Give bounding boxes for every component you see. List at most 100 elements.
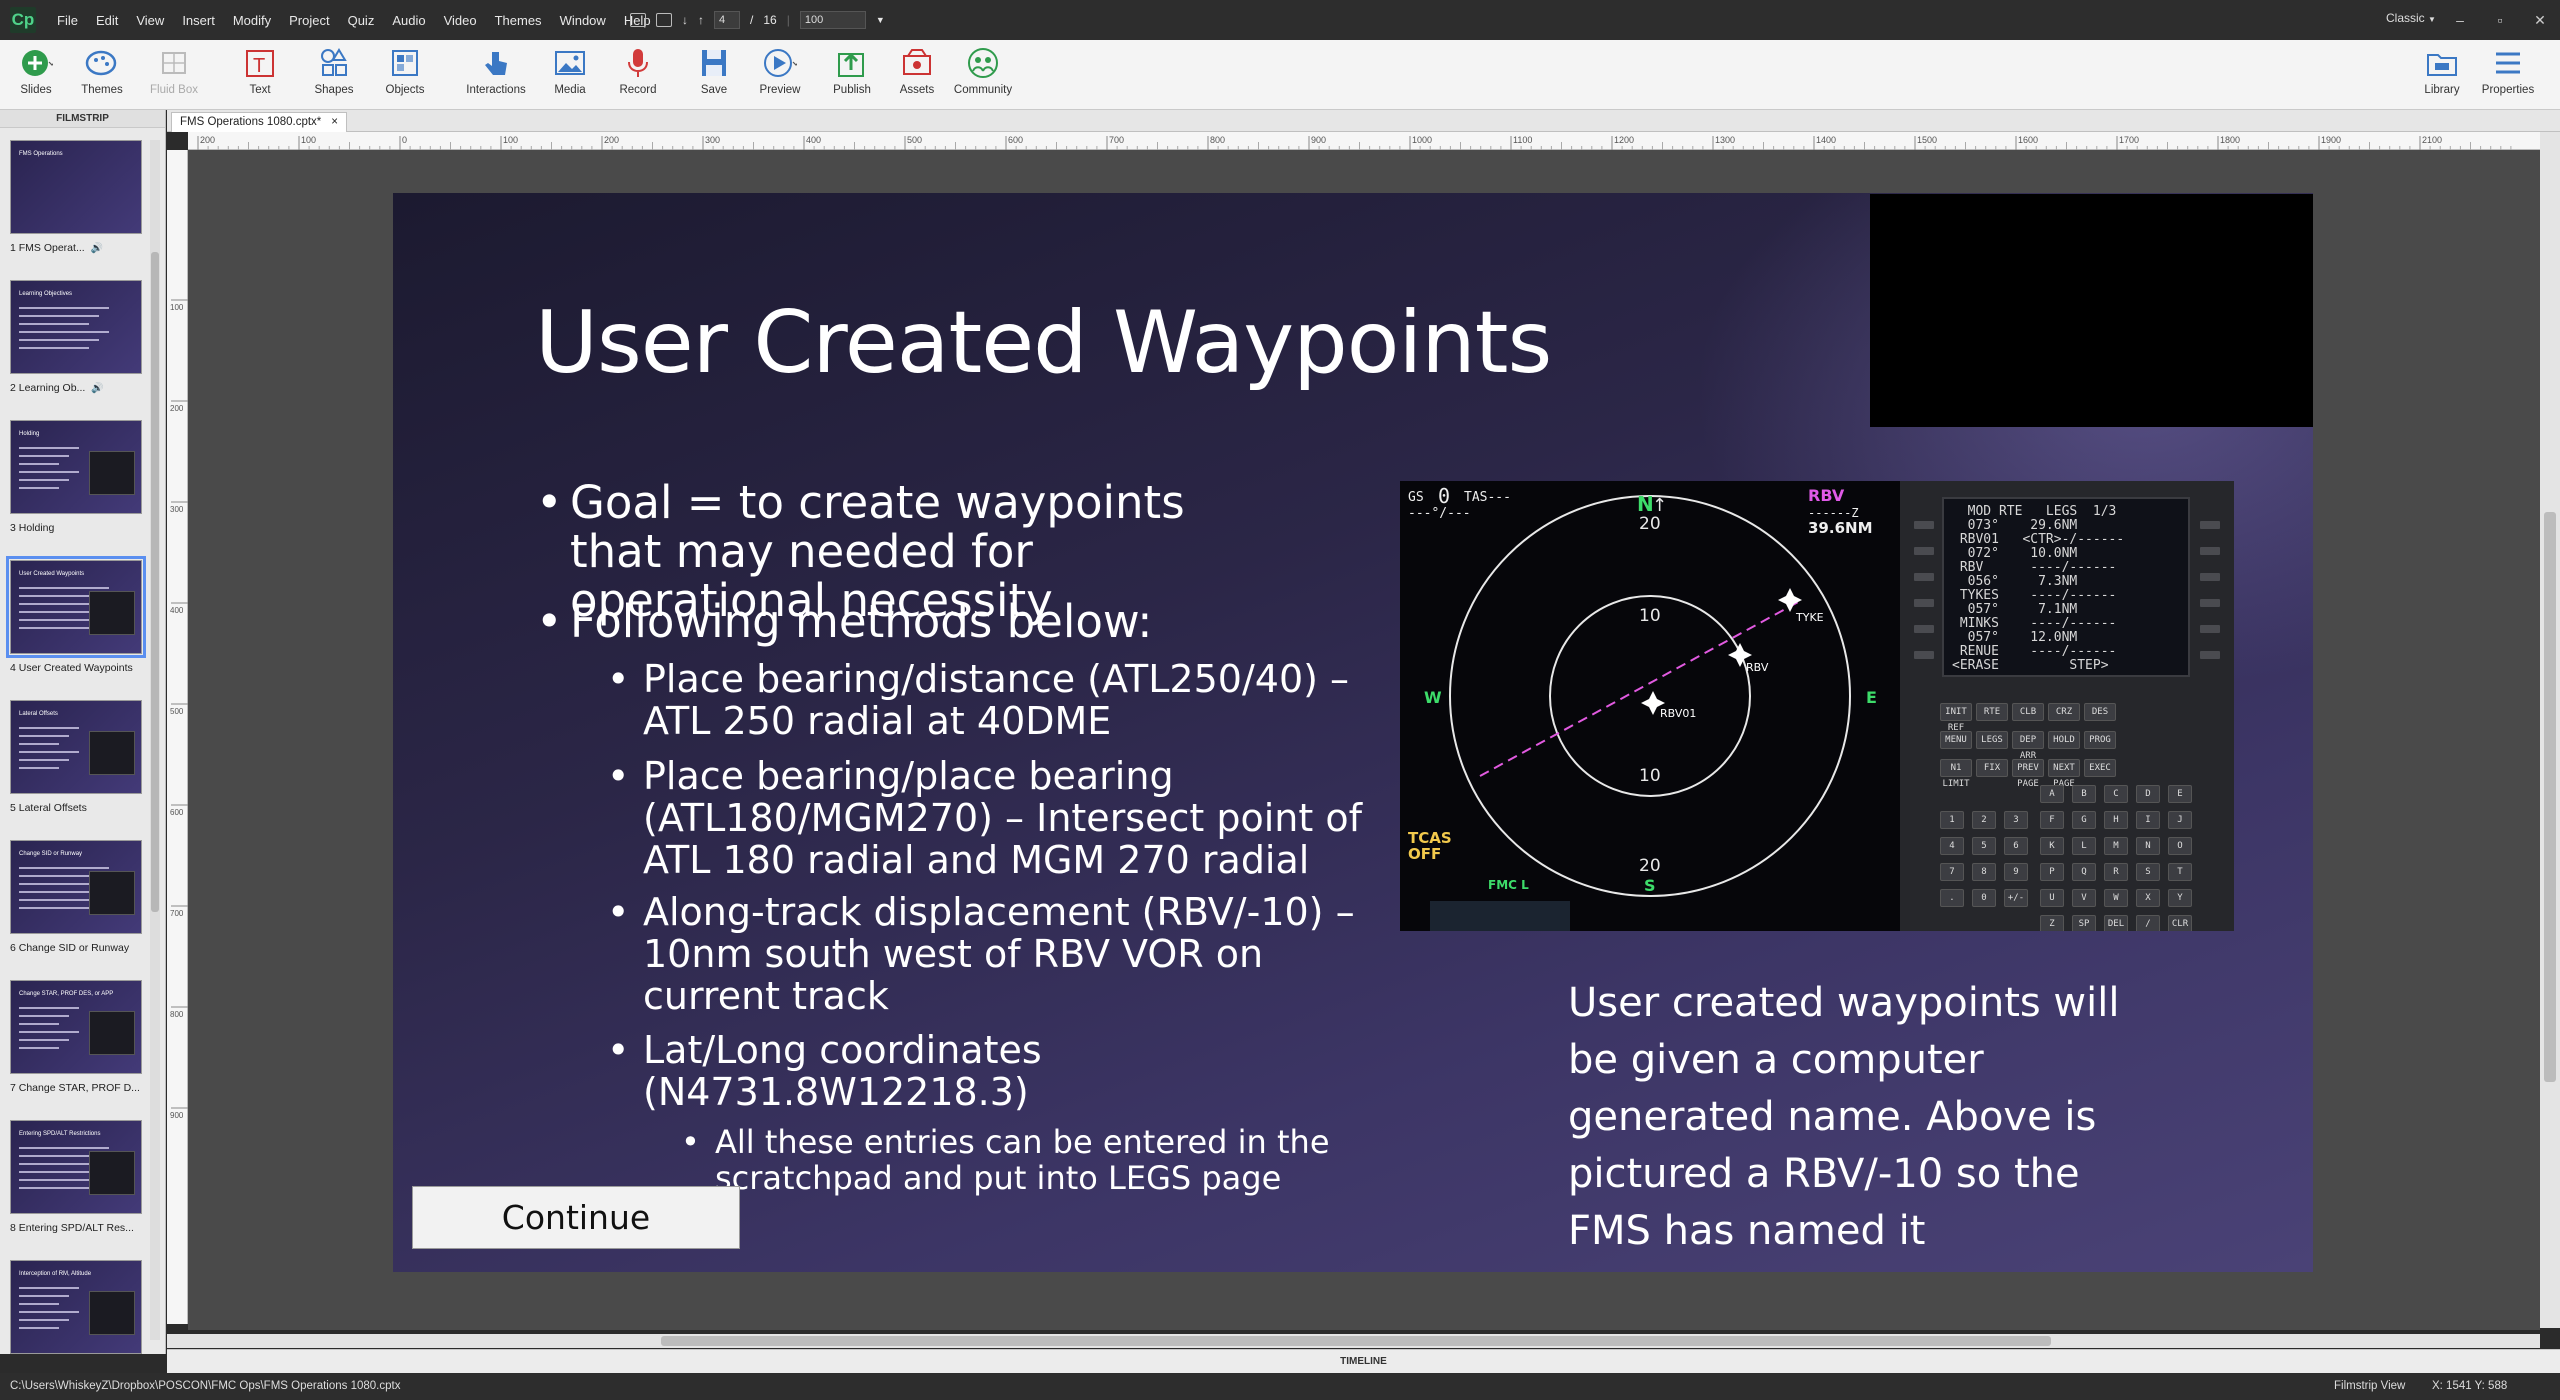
menu-edit[interactable]: Edit [87,13,127,28]
filmstrip-slide-thumb[interactable]: Interception of RM, Altitude [10,1260,142,1354]
filmstrip-slide-thumb[interactable]: Lateral Offsets 5 Lateral Offsets [10,700,142,814]
cdu-alpha-key[interactable]: O [2168,837,2192,855]
cdu-alpha-key[interactable]: P [2040,863,2064,881]
slide-title[interactable]: User Created Waypoints [535,293,1552,393]
cdu-function-key[interactable]: RTE [1976,703,2008,721]
cdu-function-key[interactable]: HOLD [2048,731,2080,749]
maximize-icon[interactable]: ▫ [2480,12,2520,28]
cdu-alpha-key[interactable]: S [2136,863,2160,881]
menu-themes[interactable]: Themes [486,13,551,28]
themes-button[interactable]: Themes [66,44,138,106]
cdu-number-key[interactable]: 7 [1940,863,1964,881]
line-select-key[interactable] [2200,599,2220,607]
filmstrip-slide-thumb[interactable]: Learning Objectives 2 Learning Ob... 🔊 [10,280,142,394]
scroll-thumb[interactable] [2544,512,2556,1082]
record-button[interactable]: Record [602,44,674,106]
cdu-alpha-key[interactable]: SP [2072,915,2096,931]
cdu-alpha-key[interactable]: F [2040,811,2064,829]
workspace-mode[interactable]: Classic ▼ [2386,11,2436,25]
cdu-alpha-key[interactable]: V [2072,889,2096,907]
cdu-alpha-key[interactable]: Q [2072,863,2096,881]
cdu-alpha-key[interactable]: R [2104,863,2128,881]
cdu-function-key[interactable]: NEXT PAGE [2048,759,2080,789]
cdu-alpha-key[interactable]: T [2168,863,2192,881]
publish-button[interactable]: Publish [816,44,888,106]
objects-button[interactable]: Objects [369,44,441,106]
cdu-alpha-key[interactable]: L [2072,837,2096,855]
line-select-key[interactable] [2200,625,2220,633]
timeline-panel-header[interactable]: TIMELINE [167,1349,2560,1373]
cdu-function-key[interactable]: PROG [2084,731,2116,749]
sub-bullet-lat-long[interactable]: • Lat/Long coordinates (N4731.8W12218.3) [607,1029,1143,1113]
mail-icon[interactable] [656,13,672,27]
shapes-button[interactable]: Shapes [298,44,370,106]
menu-audio[interactable]: Audio [383,13,434,28]
vertical-scrollbar[interactable] [2540,132,2560,1328]
cdu-alpha-key[interactable]: H [2104,811,2128,829]
cdu-number-key[interactable]: . [1940,889,1964,907]
filmstrip-slide-thumb[interactable]: FMS Operations 1 FMS Operat... 🔊 [10,140,142,254]
line-select-key[interactable] [1914,547,1934,555]
cdu-alpha-key[interactable]: A [2040,785,2064,803]
cdu-alpha-key[interactable]: C [2104,785,2128,803]
cdu-alpha-key[interactable]: I [2136,811,2160,829]
cdu-function-key[interactable]: DEP ARR [2012,731,2044,761]
cdu-alpha-key[interactable]: G [2072,811,2096,829]
cdu-function-key[interactable]: PREV PAGE [2012,759,2044,789]
sub-bullet-bearing-distance[interactable]: • Place bearing/distance (ATL250/40) – AT… [607,658,1363,742]
line-select-key[interactable] [1914,625,1934,633]
horizontal-scrollbar[interactable] [167,1334,2540,1348]
cdu-alpha-key[interactable]: CLR [2168,915,2192,931]
assets-button[interactable]: Assets [881,44,953,106]
sub-bullet-along-track[interactable]: • Along-track displacement (RBV/-10) – 10… [607,891,1363,1017]
filmstrip-scrollbar[interactable] [150,140,160,1340]
bullet-methods[interactable]: • Following methods below: [536,597,1290,646]
cdu-alpha-key[interactable]: Z [2040,915,2064,931]
cdu-alpha-key[interactable]: U [2040,889,2064,907]
cdu-number-key[interactable]: 8 [1972,863,1996,881]
cdu-function-key[interactable]: CLB [2012,703,2044,721]
scroll-thumb[interactable] [661,1336,2051,1346]
minimize-icon[interactable]: – [2440,12,2480,28]
cdu-alpha-key[interactable]: X [2136,889,2160,907]
cdu-number-key[interactable]: +/- [2004,889,2028,907]
cdu-number-key[interactable]: 9 [2004,863,2028,881]
document-tab[interactable]: FMS Operations 1080.cptx* × [171,112,347,132]
sub-bullet-bearing-bearing[interactable]: • Place bearing/place bearing (ATL180/MGM… [607,755,1373,881]
preview-button[interactable]: Preview [744,44,816,106]
scroll-thumb[interactable] [151,252,159,912]
line-select-key[interactable] [1914,651,1934,659]
menu-view[interactable]: View [127,13,173,28]
cdu-number-key[interactable]: 5 [1972,837,1996,855]
cdu-alpha-key[interactable]: J [2168,811,2192,829]
library-button[interactable]: Library [2406,44,2478,106]
cdu-function-key[interactable]: FIX [1976,759,2008,777]
continue-button[interactable]: Continue [412,1186,740,1249]
filmstrip-slide-thumb[interactable]: User Created Waypoints 4 User Created Way… [6,556,146,674]
cdu-alpha-key[interactable]: / [2136,915,2160,931]
cdu-number-key[interactable]: 1 [1940,811,1964,829]
cdu-alpha-key[interactable]: B [2072,785,2096,803]
community-button[interactable]: Community [947,44,1019,106]
cdu-function-key[interactable]: DES [2084,703,2116,721]
cdu-number-key[interactable]: 6 [2004,837,2028,855]
cdu-function-key[interactable]: EXEC [2084,759,2116,777]
menu-modify[interactable]: Modify [224,13,280,28]
cdu-alpha-key[interactable]: K [2040,837,2064,855]
cdu-function-key[interactable]: N1 LIMIT [1940,759,1972,789]
filmstrip-slide-thumb[interactable]: Holding 3 Holding [10,420,142,534]
menu-project[interactable]: Project [280,13,338,28]
cdu-alpha-key[interactable]: N [2136,837,2160,855]
sub-sub-bullet-scratchpad[interactable]: • All these entries can be entered in the… [681,1124,1355,1196]
slides-button[interactable]: Slides [0,44,72,106]
menu-insert[interactable]: Insert [173,13,224,28]
close-icon[interactable]: ✕ [2520,12,2560,29]
cdu-alpha-key[interactable]: M [2104,837,2128,855]
fms-screenshot-image[interactable]: GS 0 TAS--- ---°/--- N ↑ 20 10 10 20 W E… [1400,481,2234,931]
cdu-function-key[interactable]: MENU [1940,731,1972,749]
cdu-number-key[interactable]: 0 [1972,889,1996,907]
menu-quiz[interactable]: Quiz [339,13,384,28]
interactions-button[interactable]: Interactions [460,44,532,106]
line-select-key[interactable] [2200,651,2220,659]
cdu-function-key[interactable]: CRZ [2048,703,2080,721]
